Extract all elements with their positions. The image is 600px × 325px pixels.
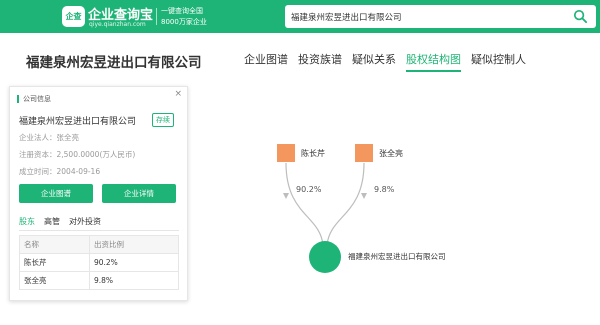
table-cell-name[interactable]: 张全亮: [19, 271, 90, 290]
card-subtabs: 股东 高管 对外投资: [19, 216, 110, 231]
edge-shareholder-1: [285, 162, 324, 246]
shareholder-name-2[interactable]: 张全亮: [379, 148, 403, 159]
arrow-shareholder-2: [361, 193, 367, 199]
table-cell-ratio: 9.8%: [88, 271, 180, 290]
enterprise-detail-button[interactable]: 企业详情: [102, 184, 176, 203]
table-row: 陈长芹 90.2%: [19, 253, 180, 272]
founding-date: 成立时间：2004-09-16: [19, 167, 101, 176]
shareholder-node-2[interactable]: [355, 144, 373, 162]
slogan-divider: [156, 8, 157, 25]
card-heading: 公司信息: [17, 95, 51, 103]
subtab-divider: [19, 230, 179, 231]
subtab-investments[interactable]: 对外投资: [69, 216, 101, 231]
top-header-bar: 企查 企业查询宝 qiye.qianzhan.com 一键查询全国 8000万家…: [0, 0, 600, 33]
arrow-shareholder-1: [283, 193, 289, 199]
column-header-name: 名称: [19, 235, 90, 254]
graph-tabs: 企业图谱 投资族谱 疑似关系 股权结构图 疑似控制人: [244, 51, 536, 72]
slogan-line-1: 一键查询全国: [161, 7, 203, 15]
tab-suspected-controller[interactable]: 疑似控制人: [471, 51, 526, 72]
company-info-card: × 公司信息 福建泉州宏昱进出口有限公司 存续 企业法人：张全亮 注册资本：2,…: [9, 86, 188, 301]
tab-investment-tree[interactable]: 投资族谱: [298, 51, 342, 72]
table-row: 张全亮 9.8%: [19, 271, 180, 290]
shareholder-percent-2: 9.8%: [374, 185, 395, 194]
edge-shareholder-2: [326, 162, 365, 246]
search-icon[interactable]: [573, 9, 588, 24]
search-box: [285, 5, 596, 28]
table-cell-ratio: 90.2%: [88, 253, 180, 272]
column-header-ratio: 出资比例: [88, 235, 180, 254]
close-icon[interactable]: ×: [174, 89, 182, 99]
table-header-row: 名称 出资比例: [19, 235, 180, 254]
card-company-name: 福建泉州宏昱进出口有限公司: [19, 117, 137, 127]
shareholder-node-1[interactable]: [277, 144, 295, 162]
company-node[interactable]: [309, 241, 341, 273]
company-node-label[interactable]: 福建泉州宏昱进出口有限公司: [348, 251, 446, 262]
page-title: 福建泉州宏昱进出口有限公司: [26, 55, 202, 71]
slogan-line-2: 8000万家企业: [161, 18, 207, 26]
tab-suspected-relations[interactable]: 疑似关系: [352, 51, 396, 72]
subtab-shareholders[interactable]: 股东: [19, 216, 35, 231]
shareholder-percent-1: 90.2%: [296, 185, 322, 194]
tab-enterprise-graph[interactable]: 企业图谱: [244, 51, 288, 72]
shareholder-table: 名称 出资比例 陈长芹 90.2% 张全亮 9.8%: [19, 235, 180, 290]
brand-url: qiye.qianzhan.com: [89, 21, 146, 28]
logo-icon[interactable]: 企查: [62, 6, 85, 27]
status-badge: 存续: [152, 113, 174, 127]
legal-representative: 企业法人：张全亮: [19, 133, 79, 142]
tab-equity-structure[interactable]: 股权结构图: [406, 51, 461, 72]
table-cell-name[interactable]: 陈长芹: [19, 253, 90, 272]
logo-glyph: 企查: [65, 12, 82, 21]
subtab-executives[interactable]: 高管: [44, 216, 60, 231]
shareholder-name-1[interactable]: 陈长芹: [301, 148, 325, 159]
registered-capital: 注册资本：2,500.0000(万人民币): [19, 150, 136, 159]
search-input[interactable]: [291, 8, 561, 25]
enterprise-graph-button[interactable]: 企业图谱: [19, 184, 93, 203]
